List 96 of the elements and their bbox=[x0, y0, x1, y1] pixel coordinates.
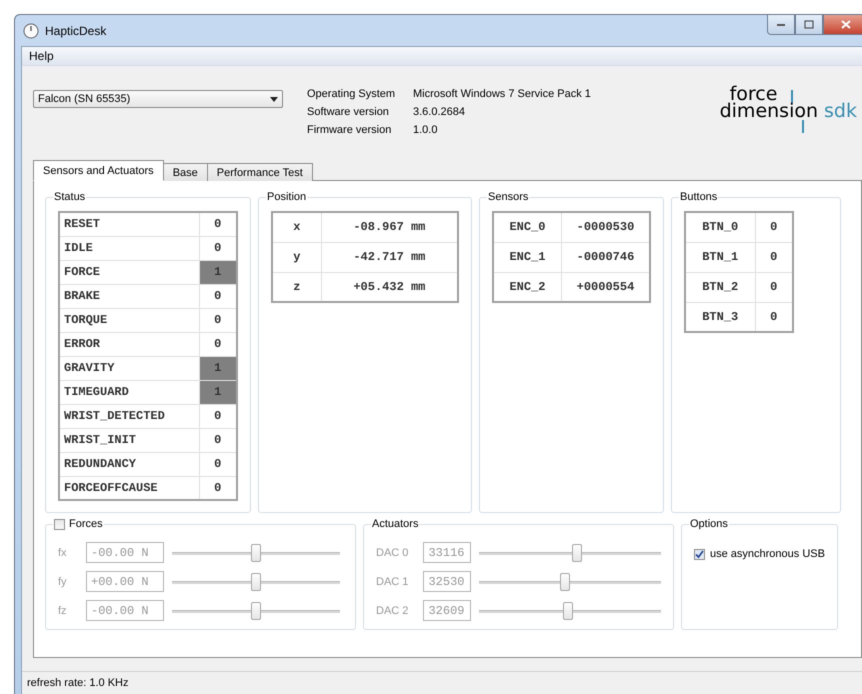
table-cell: -0000746 bbox=[561, 242, 650, 272]
close-button[interactable] bbox=[823, 15, 862, 35]
close-icon bbox=[841, 20, 851, 29]
table-cell: 0 bbox=[199, 428, 237, 452]
table-cell: 0 bbox=[199, 212, 237, 236]
table-cell: GRAVITY bbox=[59, 356, 199, 380]
table-cell: -0000530 bbox=[561, 212, 650, 242]
dac-label: DAC 1 bbox=[376, 576, 410, 588]
table-cell: 0 bbox=[755, 272, 793, 302]
checkbox[interactable] bbox=[694, 548, 705, 560]
tab[interactable]: Base bbox=[162, 163, 208, 181]
table-cell: 1 bbox=[199, 260, 237, 284]
table-cell: 0 bbox=[199, 452, 237, 476]
table-cell: BRAKE bbox=[59, 284, 199, 308]
slider[interactable] bbox=[172, 542, 340, 562]
logo-text: force bbox=[730, 86, 778, 103]
input-field[interactable]: +00.00 N bbox=[86, 571, 164, 592]
group-title: Options bbox=[690, 518, 728, 530]
table-cell: FORCE bbox=[59, 260, 199, 284]
table-cell: IDLE bbox=[59, 236, 199, 260]
table-cell: -42.717 mm bbox=[321, 242, 458, 272]
group-title: Buttons bbox=[680, 191, 718, 203]
table-cell: 0 bbox=[199, 308, 237, 332]
window-title: HapticDesk bbox=[45, 24, 106, 38]
minimize-button[interactable] bbox=[767, 15, 795, 35]
table-cell: REDUNDANCY bbox=[59, 452, 199, 476]
slider-thumb[interactable] bbox=[251, 602, 261, 620]
table-cell: BTN_3 bbox=[685, 302, 755, 332]
tab[interactable]: Performance Test bbox=[206, 163, 313, 181]
group-title: Actuators bbox=[372, 518, 418, 530]
table-cell: 0 bbox=[755, 302, 793, 332]
table-cell: RESET bbox=[59, 212, 199, 236]
maximize-button[interactable] bbox=[795, 15, 823, 35]
table-cell: y bbox=[272, 242, 322, 272]
table-cell: 1 bbox=[199, 380, 237, 404]
axis-label: fy bbox=[58, 576, 68, 588]
logo-text: dimension bbox=[720, 103, 818, 120]
tab[interactable]: Sensors and Actuators bbox=[33, 160, 164, 181]
logo-text: sdk bbox=[824, 103, 857, 120]
slider[interactable] bbox=[172, 600, 340, 620]
group-title: Status bbox=[54, 191, 86, 203]
table-cell: TORQUE bbox=[59, 308, 199, 332]
table-cell: 0 bbox=[755, 242, 793, 272]
table-cell: x bbox=[272, 212, 322, 242]
maximize-icon bbox=[804, 20, 814, 29]
table-cell: 0 bbox=[199, 236, 237, 260]
table-cell: 0 bbox=[755, 212, 793, 242]
table-cell: ENC_1 bbox=[493, 242, 562, 272]
checkbox-label: use asynchronous USB bbox=[710, 548, 825, 560]
info-label: Firmware version bbox=[307, 124, 392, 136]
table-cell: 0 bbox=[199, 476, 237, 500]
menu-item[interactable]: Help bbox=[22, 49, 61, 63]
table-cell: BTN_2 bbox=[685, 272, 755, 302]
input-field[interactable]: -00.00 N bbox=[86, 600, 164, 621]
table-cell: 0 bbox=[199, 404, 237, 428]
group-title: Forces bbox=[69, 518, 103, 530]
caret-icon bbox=[270, 96, 278, 102]
device-dropdown[interactable]: Falcon (SN 65535) bbox=[33, 90, 283, 108]
minimize-icon bbox=[776, 22, 786, 26]
info-value: Microsoft Windows 7 Service Pack 1 bbox=[413, 88, 591, 100]
table-cell: FORCEOFFCAUSE bbox=[59, 476, 199, 500]
checkmark-icon bbox=[695, 550, 704, 558]
logo-bar bbox=[791, 90, 794, 103]
input-field[interactable]: -00.00 N bbox=[86, 542, 164, 563]
table-cell: BTN_1 bbox=[685, 242, 755, 272]
table-cell: 1 bbox=[199, 356, 237, 380]
info-value: 3.6.0.2684 bbox=[413, 106, 466, 118]
slider[interactable] bbox=[172, 572, 340, 592]
slider-thumb[interactable] bbox=[251, 544, 261, 562]
slider-thumb[interactable] bbox=[251, 572, 261, 590]
checkbox[interactable] bbox=[54, 518, 65, 530]
table-cell: ENC_2 bbox=[493, 272, 562, 302]
table-cell: WRIST_INIT bbox=[59, 428, 199, 452]
table-cell: +05.432 mm bbox=[321, 272, 458, 302]
logo-bar bbox=[802, 120, 804, 133]
app-icon bbox=[23, 22, 39, 38]
table-cell: WRIST_DETECTED bbox=[59, 404, 199, 428]
table-cell: ENC_0 bbox=[493, 212, 562, 242]
group-title: Position bbox=[267, 191, 306, 203]
axis-label: fx bbox=[58, 546, 68, 558]
table-cell: z bbox=[272, 272, 322, 302]
table-cell: -08.967 mm bbox=[321, 212, 458, 242]
table-cell: +0000554 bbox=[561, 272, 650, 302]
group-title: Sensors bbox=[488, 191, 528, 203]
dac-label: DAC 0 bbox=[376, 546, 410, 558]
info-label: Software version bbox=[307, 106, 390, 118]
table-cell: 0 bbox=[199, 332, 237, 356]
status-text: refresh rate: 1.0 KHz bbox=[27, 677, 128, 689]
axis-label: fz bbox=[58, 604, 68, 616]
dac-label: DAC 2 bbox=[376, 604, 410, 616]
table-cell: 0 bbox=[199, 284, 237, 308]
table-cell: ERROR bbox=[59, 332, 199, 356]
info-value: 1.0.0 bbox=[413, 124, 438, 136]
table-cell: BTN_0 bbox=[685, 212, 755, 242]
info-label: Operating System bbox=[307, 88, 396, 100]
table-cell: TIMEGUARD bbox=[59, 380, 199, 404]
